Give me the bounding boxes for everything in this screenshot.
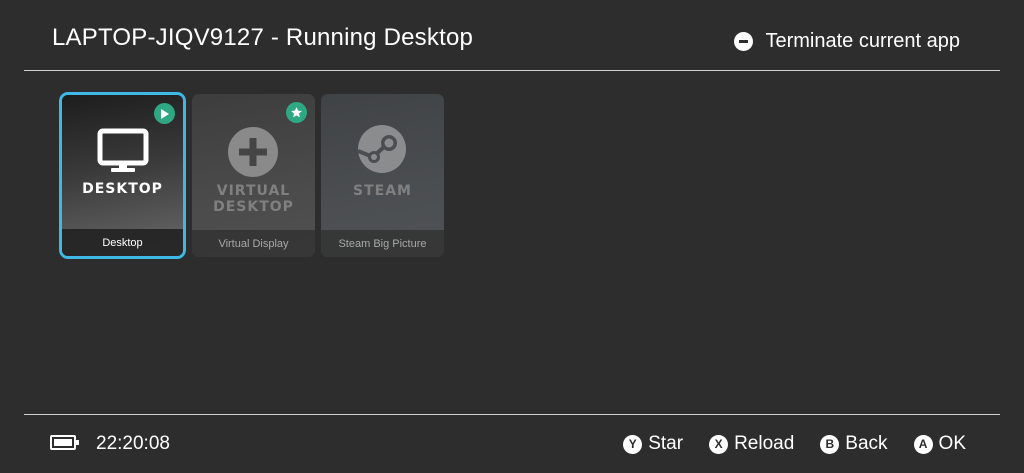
tile-label: Steam Big Picture	[321, 230, 444, 257]
play-icon	[154, 103, 175, 124]
tile-name: DESKTOP	[82, 181, 163, 197]
monitor-icon	[97, 128, 149, 172]
page-title: LAPTOP-JIQV9127 - Running Desktop	[52, 24, 474, 51]
button-hints: Y Star X Reload B Back A OK	[623, 433, 966, 455]
battery-full-icon	[50, 435, 79, 450]
tile-label: Virtual Display	[192, 230, 315, 257]
tile-name: STEAM	[353, 183, 412, 199]
tile-name-line2: DESKTOP	[213, 199, 294, 215]
header: LAPTOP-JIQV9127 - Running Desktop Termin…	[24, 0, 1000, 71]
clock: 22:20:08	[96, 433, 170, 454]
tile-label: Desktop	[62, 229, 183, 256]
star-hint-button[interactable]: Y Star	[623, 433, 683, 455]
hint-label: Back	[845, 433, 888, 454]
plus-circle-icon	[228, 127, 278, 177]
app-tile-desktop[interactable]: DESKTOP Desktop	[59, 92, 186, 259]
steam-logo-icon	[357, 125, 406, 173]
footer: 22:20:08 Y Star X Reload B Back A OK	[24, 414, 1000, 473]
a-button-icon: A	[913, 434, 933, 454]
terminate-app-label: Terminate current app	[765, 30, 960, 52]
app-grid: DESKTOP Desktop VIRTUAL DESKTOP Virtual …	[59, 92, 444, 259]
hint-label: Reload	[734, 433, 795, 454]
star-icon	[286, 102, 307, 123]
back-hint-button[interactable]: B Back	[820, 433, 888, 455]
tile-name-line1: VIRTUAL	[216, 183, 291, 199]
hint-label: Star	[648, 433, 684, 454]
minus-circle-icon	[734, 32, 754, 51]
terminate-app-button[interactable]: Terminate current app	[734, 30, 960, 53]
app-launcher-screen: LAPTOP-JIQV9127 - Running Desktop Termin…	[0, 0, 1024, 473]
app-tile-virtual-display[interactable]: VIRTUAL DESKTOP Virtual Display	[192, 94, 315, 257]
x-button-icon: X	[709, 434, 729, 454]
b-button-icon: B	[820, 434, 840, 454]
hint-label: OK	[938, 433, 966, 454]
y-button-icon: Y	[623, 434, 643, 454]
reload-hint-button[interactable]: X Reload	[709, 433, 794, 455]
app-tile-steam[interactable]: STEAM Steam Big Picture	[321, 94, 444, 257]
ok-hint-button[interactable]: A OK	[913, 433, 966, 455]
